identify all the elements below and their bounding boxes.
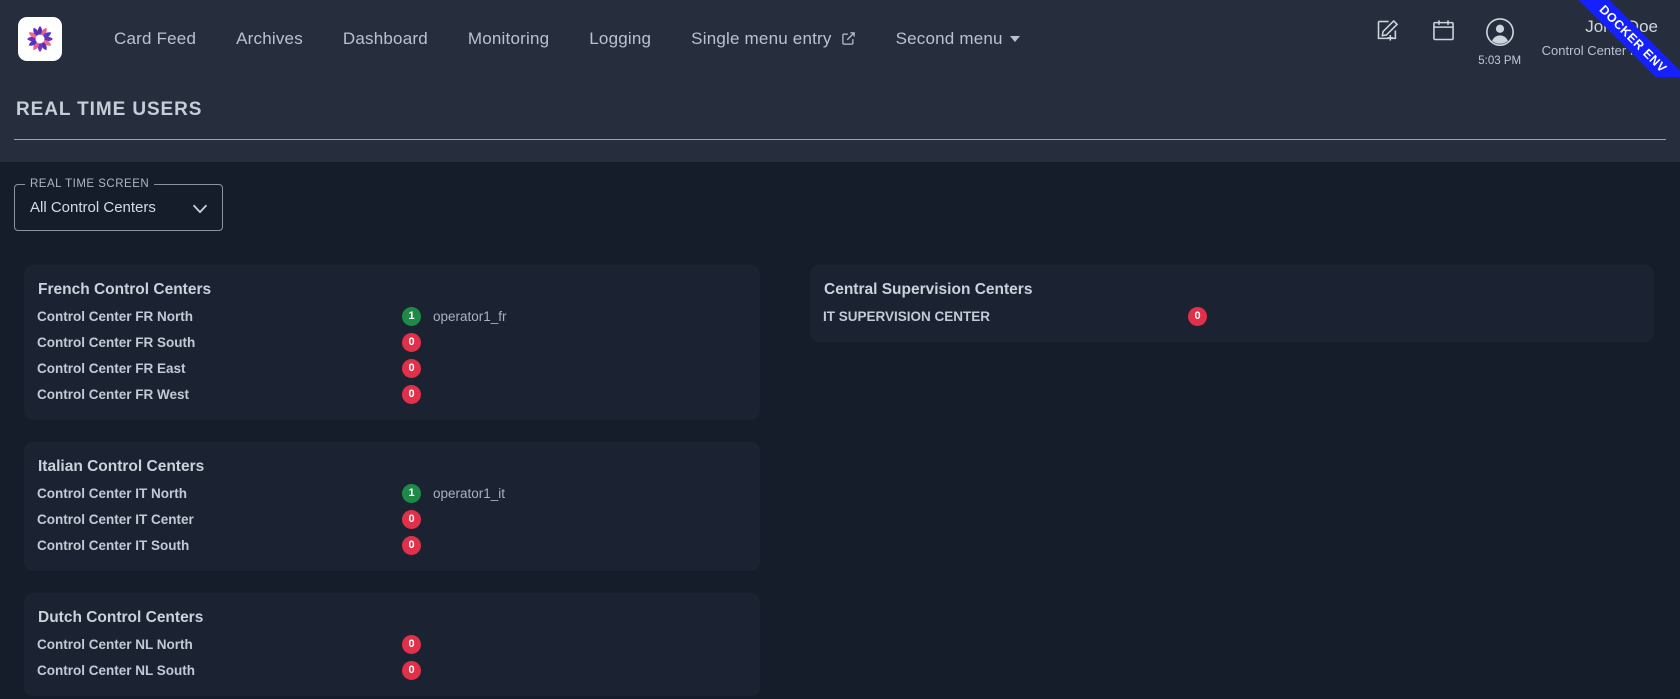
flower-ring-logo-icon xyxy=(25,24,55,54)
user-count-badge: 1 xyxy=(402,306,421,326)
control-center-row[interactable]: Control Center NL North 0 xyxy=(37,634,742,654)
user-count-badge: 0 xyxy=(402,384,421,404)
control-center-row[interactable]: Control Center FR East 0 xyxy=(37,358,742,378)
user-count-badge: 0 xyxy=(402,509,421,529)
nav-item-dashboard[interactable]: Dashboard xyxy=(323,0,448,77)
nav-item-archives[interactable]: Archives xyxy=(216,0,323,77)
right-column: Central Supervision Centers IT SUPERVISIO… xyxy=(810,265,1654,674)
control-center-name: Control Center FR West xyxy=(37,386,190,402)
control-center-name: Control Center IT South xyxy=(37,537,190,553)
control-center-row[interactable]: Control Center IT North 1 operator1_it xyxy=(37,483,742,503)
user-count-badge: 0 xyxy=(402,535,421,555)
group-title: Italian Control Centers xyxy=(38,458,205,475)
control-center-row[interactable]: Control Center FR North 1 operator1_fr xyxy=(37,306,742,326)
user-count-badge: 0 xyxy=(402,660,421,680)
external-link-icon xyxy=(841,31,856,46)
compose-add-button[interactable] xyxy=(1360,0,1416,49)
control-center-group-card: Italian Control Centers Control Center IT… xyxy=(24,442,760,571)
control-center-name: Control Center FR North xyxy=(37,308,193,324)
main-content: French Control Centers Control Center FR … xyxy=(0,231,1680,696)
chevron-down-icon xyxy=(1009,35,1020,42)
filter-bar: REAL TIME SCREEN All Control Centers xyxy=(0,162,1680,231)
group-title: French Control Centers xyxy=(38,281,212,298)
nav-item-logging[interactable]: Logging xyxy=(569,0,671,77)
operator-name: operator1_fr xyxy=(433,308,507,324)
control-center-row[interactable]: Control Center IT South 0 xyxy=(37,535,742,555)
main-nav: Card Feed Archives Dashboard Monitoring … xyxy=(94,0,1360,77)
nav-item-second-menu[interactable]: Second menu xyxy=(876,0,1040,77)
real-time-screen-select[interactable]: REAL TIME SCREEN All Control Centers xyxy=(14,178,223,231)
control-center-group-card: Dutch Control Centers Control Center NL N… xyxy=(24,593,760,696)
compose-add-icon xyxy=(1374,17,1401,49)
select-value: All Control Centers xyxy=(30,199,156,216)
control-center-row[interactable]: Control Center NL South 0 xyxy=(37,660,742,680)
calendar-icon xyxy=(1430,17,1457,49)
nav-label: Second menu xyxy=(895,28,1003,48)
control-center-row[interactable]: IT SUPERVISION CENTER 0 xyxy=(823,306,1636,326)
user-count-badge: 0 xyxy=(1188,306,1207,326)
control-center-row[interactable]: Control Center FR South 0 xyxy=(37,332,742,352)
control-center-name: Control Center FR South xyxy=(37,334,196,350)
nav-label: Card Feed xyxy=(114,28,197,48)
group-title: Central Supervision Centers xyxy=(824,281,1033,298)
control-center-row[interactable]: Control Center FR West 0 xyxy=(37,384,742,404)
account-circle-icon xyxy=(1485,17,1515,52)
nav-label: Archives xyxy=(236,28,303,48)
user-count-badge: 0 xyxy=(402,634,421,654)
page-title: REAL TIME USERS xyxy=(16,99,203,120)
account-button[interactable]: 5:03 PM xyxy=(1472,0,1528,67)
nav-item-card-feed[interactable]: Card Feed xyxy=(94,0,216,77)
control-center-name: Control Center FR East xyxy=(37,360,186,376)
page-header: REAL TIME USERS xyxy=(0,77,1680,140)
nav-item-monitoring[interactable]: Monitoring xyxy=(448,0,569,77)
user-control-center: Control Center FR... xyxy=(1541,43,1658,59)
control-center-name: IT SUPERVISION CENTER xyxy=(823,308,991,324)
current-time: 5:03 PM xyxy=(1478,55,1522,67)
nav-item-single-menu-entry[interactable]: Single menu entry xyxy=(671,0,875,77)
chevron-down-icon[interactable] xyxy=(189,184,211,231)
control-center-name: Control Center NL South xyxy=(37,662,195,678)
user-identity[interactable]: John Doe Control Center FR... xyxy=(1528,0,1658,58)
left-column: French Control Centers Control Center FR … xyxy=(24,265,760,696)
control-center-row[interactable]: Control Center IT Center 0 xyxy=(37,509,742,529)
appbar-actions: 5:03 PM John Doe Control Center FR... xyxy=(1360,0,1680,77)
nav-label: Logging xyxy=(589,28,652,48)
group-title: Dutch Control Centers xyxy=(38,609,204,626)
app-bar: Card Feed Archives Dashboard Monitoring … xyxy=(0,0,1680,77)
operator-name: operator1_it xyxy=(433,485,506,501)
user-count-badge: 0 xyxy=(402,358,421,378)
nav-label: Single menu entry xyxy=(691,28,832,48)
nav-label: Dashboard xyxy=(342,28,428,48)
nav-label: Monitoring xyxy=(467,28,550,48)
calendar-button[interactable] xyxy=(1416,0,1472,49)
app-logo[interactable] xyxy=(18,16,62,61)
control-center-name: Control Center IT Center xyxy=(37,511,194,527)
user-count-badge: 1 xyxy=(402,483,421,503)
user-count-badge: 0 xyxy=(402,332,421,352)
user-name: John Doe xyxy=(1585,17,1658,36)
control-center-name: Control Center IT North xyxy=(37,485,187,501)
control-center-group-card: French Control Centers Control Center FR … xyxy=(24,265,760,420)
control-center-group-card: Central Supervision Centers IT SUPERVISIO… xyxy=(810,265,1654,342)
header-spacer xyxy=(0,140,1680,162)
control-center-name: Control Center NL North xyxy=(37,636,193,652)
